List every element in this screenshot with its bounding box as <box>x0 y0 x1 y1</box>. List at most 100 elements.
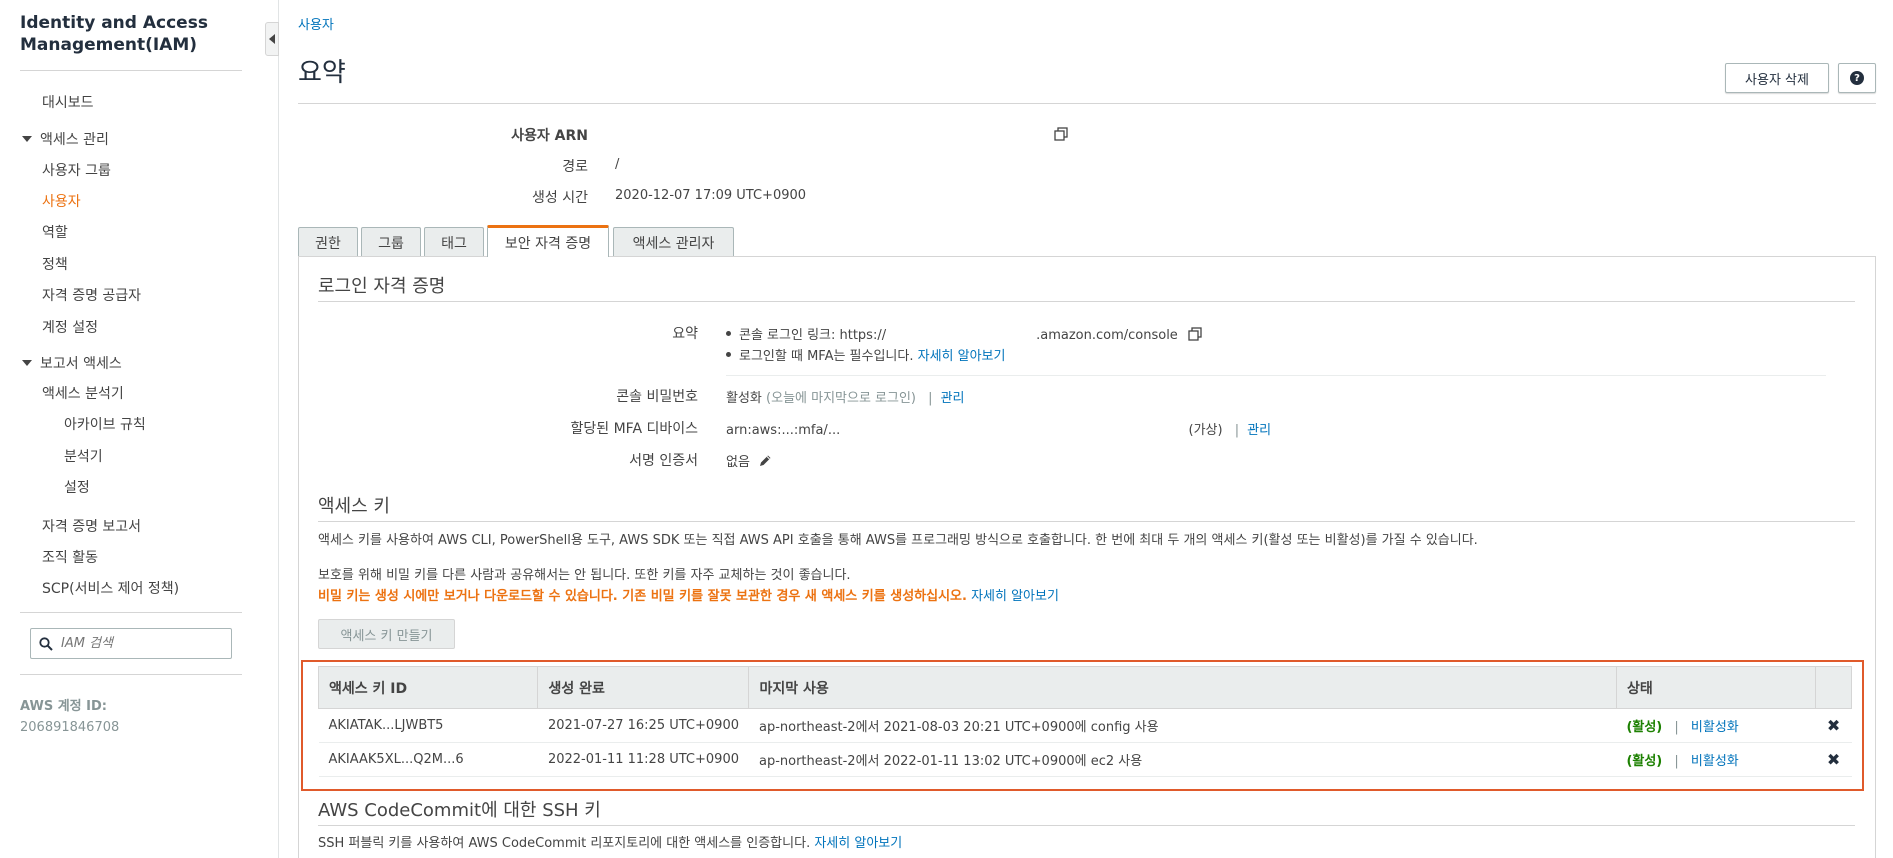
mfa-device-arn: arn:aws:...:mfa/... <box>726 423 841 438</box>
sidebar-divider <box>20 70 242 71</box>
column-header-status[interactable]: 상태 <box>1615 666 1817 709</box>
create-access-key-button[interactable]: 액세스 키 만들기 <box>318 619 455 649</box>
tab-permissions[interactable]: 권한 <box>298 227 358 257</box>
section-divider <box>318 521 1855 522</box>
page-title: 요약 <box>298 58 346 88</box>
copy-icon[interactable] <box>1054 127 1068 141</box>
table-row: AKIATAK...LJWBT5 2021-07-27 16:25 UTC+09… <box>318 708 1852 743</box>
ssh-title-suffix: 에 대한 SSH 키 <box>481 800 601 821</box>
account-id-value: 206891846708 <box>20 720 120 735</box>
caret-down-icon <box>22 136 32 142</box>
sidebar-group-reports[interactable]: 보고서 액세스 <box>22 353 122 373</box>
sidebar-title[interactable]: Identity and Access Management(IAM) <box>20 12 208 56</box>
table-row: AKIAAK5XL...Q2M...6 2022-01-11 11:28 UTC… <box>318 742 1852 777</box>
tab-groups[interactable]: 그룹 <box>361 227 421 257</box>
manage-password-link[interactable]: 관리 <box>941 391 965 406</box>
sidebar-item-credential-report[interactable]: 자격 증명 보고서 <box>42 516 141 536</box>
sidebar-title-line2: Management(IAM) <box>20 35 198 55</box>
access-keys-learn-more-link[interactable]: 자세히 알아보기 <box>971 589 1059 604</box>
sidebar-item-roles[interactable]: 역할 <box>42 222 68 242</box>
signing-cert-value: 없음 <box>726 451 772 470</box>
path-label: 경로 <box>562 159 588 175</box>
column-header-last-used[interactable]: 마지막 사용 <box>748 666 1617 709</box>
console-password-value: 활성화 (오늘에 마지막으로 로그인) | 관리 <box>726 387 964 406</box>
access-key-status: (활성) <box>1626 754 1663 769</box>
sidebar-group-access-management[interactable]: 액세스 관리 <box>22 129 109 149</box>
sidebar-item-dashboard[interactable]: 대시보드 <box>42 92 94 112</box>
row-divider <box>726 375 1826 376</box>
mfa-required-item: 로그인할 때 MFA는 필수입니다. 자세히 알아보기 <box>726 345 1005 364</box>
access-keys-description: 액세스 키를 사용하여 AWS CLI, PowerShell용 도구, AWS… <box>318 533 1478 548</box>
caret-down-icon <box>22 360 32 366</box>
sidebar-item-policies[interactable]: 정책 <box>42 254 68 274</box>
sidebar-item-access-analyzer[interactable]: 액세스 분석기 <box>42 383 124 403</box>
ssh-title-service: AWS CodeCommit <box>318 800 482 821</box>
path-value: / <box>615 157 620 172</box>
column-header-created[interactable]: 생성 완료 <box>537 666 750 709</box>
access-key-created: 2021-07-27 16:25 UTC+0900 <box>537 708 749 743</box>
header-divider <box>298 103 1876 104</box>
separator: | <box>1234 423 1240 438</box>
console-link-text: 콘솔 로그인 링크: https:// <box>739 328 887 343</box>
access-key-status-cell: (활성) | 비활성화 <box>1616 708 1816 743</box>
signing-cert-none: 없음 <box>726 455 750 470</box>
sidebar-item-scp[interactable]: SCP(서비스 제어 정책) <box>42 578 179 598</box>
sidebar-item-analyzers[interactable]: 분석기 <box>64 446 103 466</box>
iam-search-box[interactable] <box>30 628 232 659</box>
login-summary-label: 요약 <box>672 326 698 342</box>
access-keys-warning: 비밀 키는 생성 시에만 보거나 다운로드할 수 있습니다. 기존 비밀 키를 … <box>318 585 1059 604</box>
breadcrumb-users-link[interactable]: 사용자 <box>298 18 334 33</box>
sidebar-item-users[interactable]: 사용자 <box>42 191 81 211</box>
mfa-learn-more-link[interactable]: 자세히 알아보기 <box>918 349 1006 364</box>
pencil-icon[interactable] <box>758 454 772 468</box>
ssh-learn-more-link[interactable]: 자세히 알아보기 <box>814 836 902 851</box>
bullet <box>726 331 731 336</box>
iam-search-input[interactable] <box>59 635 219 652</box>
column-header-delete <box>1815 666 1852 709</box>
copy-icon[interactable] <box>1188 327 1202 341</box>
section-divider <box>318 825 1855 826</box>
access-key-status: (활성) <box>1626 720 1663 735</box>
access-key-status-cell: (활성) | 비활성화 <box>1616 742 1816 777</box>
separator: | <box>1674 754 1679 769</box>
separator: | <box>1674 720 1679 735</box>
collapse-sidebar-button[interactable] <box>265 22 279 56</box>
close-icon[interactable]: ✖ <box>1827 716 1840 735</box>
manage-mfa-link[interactable]: 관리 <box>1247 423 1271 438</box>
search-icon <box>39 636 53 651</box>
created-value: 2020-12-07 17:09 UTC+0900 <box>615 188 807 203</box>
sidebar-item-organization-activity[interactable]: 조직 활동 <box>42 547 98 567</box>
sidebar-item-analyzer-settings[interactable]: 설정 <box>64 477 90 497</box>
close-icon[interactable]: ✖ <box>1827 750 1840 769</box>
sidebar-item-archive-rules[interactable]: 아카이브 규칙 <box>64 414 146 434</box>
access-keys-protect-note: 보호를 위해 비밀 키를 다른 사람과 공유해서는 안 됩니다. 또한 키를 자… <box>318 568 851 583</box>
bullet <box>726 352 731 357</box>
access-key-id: AKIAAK5XL...Q2M...6 <box>318 742 538 777</box>
sidebar-group-label: 액세스 관리 <box>40 132 109 148</box>
login-credentials-title: 로그인 자격 증명 <box>318 276 446 297</box>
user-arn-label: 사용자 ARN <box>511 128 588 144</box>
account-id-label: AWS 계정 ID: <box>20 699 107 714</box>
sidebar-item-account-settings[interactable]: 계정 설정 <box>42 317 98 337</box>
deactivate-key-link[interactable]: 비활성화 <box>1691 754 1739 769</box>
sidebar-item-user-groups[interactable]: 사용자 그룹 <box>42 160 111 180</box>
breadcrumb[interactable]: 사용자 <box>298 14 334 33</box>
sidebar-item-identity-providers[interactable]: 자격 증명 공급자 <box>42 285 141 305</box>
separator: | <box>928 391 933 406</box>
tab-security-credentials[interactable]: 보안 자격 증명 <box>487 225 609 257</box>
delete-user-button[interactable]: 사용자 삭제 <box>1725 63 1829 93</box>
mfa-device-value: arn:aws:...:mfa/... (가상) | 관리 <box>726 419 1271 438</box>
help-button[interactable]: ? <box>1838 63 1876 93</box>
access-key-created: 2022-01-11 11:28 UTC+0900 <box>537 742 749 777</box>
access-keys-table: 액세스 키 ID 생성 완료 마지막 사용 상태 AKIATAK...LJWBT… <box>317 666 1852 777</box>
sidebar-border <box>278 0 279 858</box>
deactivate-key-link[interactable]: 비활성화 <box>1691 720 1739 735</box>
password-status: 활성화 <box>726 391 762 406</box>
column-header-key-id[interactable]: 액세스 키 ID <box>317 666 539 709</box>
access-keys-title: 액세스 키 <box>318 496 390 517</box>
console-link-item: 콘솔 로그인 링크: https:// .amazon.com/console <box>726 324 1202 343</box>
ssh-keys-description: SSH 퍼블릭 키를 사용하여 AWS CodeCommit 리포지토리에 대한… <box>318 832 902 851</box>
mfa-virtual-tag: (가상) <box>1188 423 1223 438</box>
tab-tags[interactable]: 태그 <box>424 227 484 257</box>
tab-access-advisor[interactable]: 액세스 관리자 <box>613 227 734 257</box>
